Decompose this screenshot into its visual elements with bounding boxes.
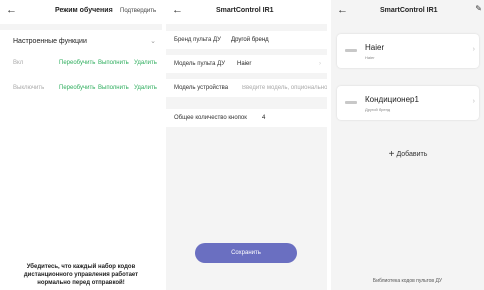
remote-icon xyxy=(345,49,357,52)
relearn-button[interactable]: Переобучить xyxy=(59,60,95,66)
field-label: Общее количество кнопок xyxy=(174,115,247,121)
arrow-left-icon[interactable]: ← xyxy=(337,4,348,16)
arrow-left-icon[interactable]: ← xyxy=(6,4,17,16)
execute-button[interactable]: Выполнить xyxy=(98,85,129,91)
field-label: Модель пульта ДУ xyxy=(174,61,226,67)
field-value: 4 xyxy=(262,115,266,121)
section-title: Настроенные функции xyxy=(13,38,87,45)
function-row-off: Выключить Переобучить Выполнить Удалить xyxy=(0,80,162,98)
button-count-field: Общее количество кнопок 4 xyxy=(166,109,327,127)
content-area xyxy=(166,138,327,290)
add-label: Добавить xyxy=(396,151,428,158)
remote-brand-field[interactable]: Бренд пульта ДУ Другой бренд xyxy=(166,31,327,49)
chevron-right-icon: › xyxy=(472,46,475,53)
device-model-field[interactable]: Модель устройства Введите модель, опцион… xyxy=(166,79,327,97)
remote-icon xyxy=(345,101,357,104)
configured-functions-list: Настроенные функции ⌄ Вкл Переобучить Вы… xyxy=(0,30,162,248)
execute-button[interactable]: Выполнить xyxy=(98,60,129,66)
remote-brand: Другой бренд xyxy=(365,107,391,112)
arrow-left-icon[interactable]: ← xyxy=(172,4,183,16)
remote-settings-screen: ← SmartControl IR1 Бренд пульта ДУ Друго… xyxy=(166,0,327,290)
chevron-right-icon: › xyxy=(319,61,321,67)
page-title: SmartControl IR1 xyxy=(380,7,438,14)
field-label: Модель устройства xyxy=(174,85,229,91)
field-label: Бренд пульта ДУ xyxy=(174,37,221,43)
section-header[interactable]: Настроенные функции ⌄ xyxy=(0,30,162,52)
remote-name: Haier xyxy=(365,43,385,52)
chevron-right-icon: › xyxy=(111,8,113,14)
remote-card[interactable]: Haier Haier › xyxy=(337,34,479,68)
notice-line: дистанционного управления работает xyxy=(23,272,139,278)
chevron-right-icon: › xyxy=(472,98,475,105)
delete-button[interactable]: Удалить xyxy=(134,60,157,66)
header: ← SmartControl IR1 ✎ xyxy=(331,0,484,24)
delete-button[interactable]: Удалить xyxy=(134,85,157,91)
page-title: Режим обучения xyxy=(55,7,113,14)
remote-model-field[interactable]: Модель пульта ДУ Haier › xyxy=(166,55,327,73)
remote-name: Кондиционер1 xyxy=(365,95,419,104)
notice-line: нормально перед отправкой! xyxy=(37,280,125,286)
remote-brand: Haier xyxy=(365,55,375,60)
pencil-icon[interactable]: ✎ xyxy=(475,4,482,13)
remote-card[interactable]: Кондиционер1 Другой бренд › xyxy=(337,86,479,120)
device-model-input[interactable]: Введите модель, опционально xyxy=(242,85,327,91)
notice-line: Убедитесь, что каждый набор кодов xyxy=(26,264,136,270)
function-label: Выключить xyxy=(13,85,45,91)
learning-mode-screen: ← Режим обучения › Подтвердить Настроенн… xyxy=(0,0,162,290)
add-remote-button[interactable]: + Добавить xyxy=(337,138,479,172)
field-value: Другой бренд xyxy=(231,37,269,43)
relearn-button[interactable]: Переобучить xyxy=(59,85,95,91)
save-button[interactable]: Сохранить xyxy=(195,243,297,263)
verification-notice: Убедитесь, что каждый набор кодов дистан… xyxy=(0,248,162,290)
remote-list-screen: ← SmartControl IR1 ✎ Haier Haier › Конди… xyxy=(331,0,484,290)
function-row-on: Вкл Переобучить Выполнить Удалить xyxy=(0,55,162,73)
field-value: Haier xyxy=(237,61,252,67)
header: ← SmartControl IR1 xyxy=(166,0,327,24)
code-library-link[interactable]: Библиотека кодов пультов ДУ xyxy=(331,278,484,284)
header: ← Режим обучения › Подтвердить xyxy=(0,0,162,24)
confirm-button[interactable]: Подтвердить xyxy=(120,8,156,14)
plus-icon: + xyxy=(388,149,395,160)
chevron-down-icon: ⌄ xyxy=(150,38,156,45)
page-title: SmartControl IR1 xyxy=(216,7,274,14)
function-label: Вкл xyxy=(13,60,24,66)
